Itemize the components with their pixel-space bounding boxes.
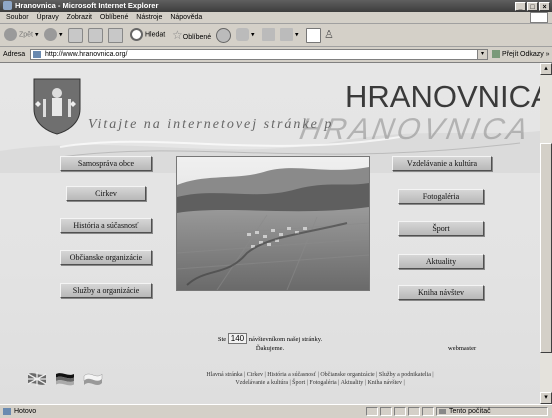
history-icon (216, 28, 231, 43)
search-button[interactable]: Hledat (130, 28, 165, 42)
refresh-icon (88, 28, 103, 43)
flag-polish-icon[interactable] (83, 373, 103, 385)
close-button[interactable]: × (539, 2, 550, 11)
history-button[interactable] (216, 28, 233, 43)
status-pane (422, 407, 434, 416)
go-arrow-icon (492, 50, 500, 59)
status-pane (408, 407, 420, 416)
computer-icon (439, 409, 446, 414)
vertical-scrollbar[interactable]: ▴ ▾ (540, 63, 552, 404)
page-icon (33, 51, 41, 58)
menu-view[interactable]: Zobrazit (67, 14, 92, 21)
nav-cirkev[interactable]: Cirkev (66, 186, 146, 201)
edit-icon (280, 28, 293, 41)
home-button[interactable] (108, 28, 125, 43)
print-icon (262, 28, 275, 41)
status-pane (394, 407, 406, 416)
welcome-text: Vitajte na internetovej stránke p (88, 117, 334, 132)
flag-english-icon[interactable] (28, 372, 47, 386)
discuss-button[interactable] (306, 28, 323, 43)
back-arrow-icon (4, 28, 17, 41)
footer-links: Hlavná stránka | Cirkev | História a súč… (120, 371, 520, 387)
language-flags (28, 372, 103, 386)
menu-file[interactable]: Soubor (6, 14, 29, 21)
status-page-icon (3, 408, 11, 415)
links-button[interactable]: Odkazy » (520, 47, 550, 62)
menu-help[interactable]: Nápověda (170, 14, 202, 21)
messenger-button[interactable]: ♙ (324, 28, 334, 42)
forward-arrow-icon (44, 28, 57, 41)
window-titlebar: Hranovnica - Microsoft Internet Explorer… (0, 0, 552, 12)
page-content: HRANOVNICA HRANOVNICA Vitajte na interne… (0, 63, 540, 404)
footer-links-line1[interactable]: Hlavná stránka | Cirkev | História a súč… (206, 372, 433, 378)
address-input[interactable]: http://www.hranovnica.org/ ▾ (30, 49, 488, 60)
menu-tools[interactable]: Nástroje (136, 14, 162, 21)
ie-icon (3, 1, 12, 10)
mail-button[interactable]: ▾ (236, 28, 255, 42)
search-icon (130, 28, 143, 41)
coat-of-arms-logo (33, 78, 81, 135)
status-pane (380, 407, 392, 416)
thanks-text: Ďakujeme. (255, 345, 285, 352)
star-icon: ☆ (172, 28, 183, 42)
refresh-button[interactable] (88, 28, 105, 43)
scroll-down-arrow-icon[interactable]: ▾ (540, 392, 552, 404)
site-brand-title: HRANOVNICA (345, 79, 540, 114)
nav-obcianske-organizacie[interactable]: Občianske organizácie (60, 250, 152, 265)
scroll-up-arrow-icon[interactable]: ▴ (540, 63, 552, 75)
visitors-prefix: Ste (217, 336, 227, 343)
toolbar: Zpět ▾ ▾ Hledat ☆Oblíbené ▾ ▾ ♙ (0, 24, 552, 47)
scrollbar-thumb[interactable] (540, 143, 552, 353)
nav-fotogaleria[interactable]: Fotogaléria (398, 189, 484, 204)
address-url: http://www.hranovnica.org/ (45, 51, 128, 58)
nav-sport[interactable]: Šport (398, 221, 484, 236)
nav-kniha-navstev[interactable]: Kniha návštev (398, 285, 484, 300)
status-pane (366, 407, 378, 416)
address-label: Adresa (3, 51, 26, 58)
edit-button[interactable]: ▾ (280, 28, 299, 42)
nav-historia-a-sucasnost[interactable]: História a súčasnosť (60, 218, 152, 233)
village-aerial-photo (176, 156, 370, 291)
home-icon (108, 28, 123, 43)
nav-aktuality[interactable]: Aktuality (398, 254, 484, 269)
windows-logo-icon (530, 12, 548, 23)
stop-icon (68, 28, 83, 43)
nav-vzdelavanie-a-kultura[interactable]: Vzdelávanie a kultúra (392, 156, 492, 171)
flag-german-icon[interactable] (56, 373, 74, 386)
nav-sluzby-a-organizacie[interactable]: Služby a organizácie (60, 283, 152, 298)
security-zone-pane: Tento počítač (436, 407, 548, 416)
visitor-counter: Ste 140 návštevníkom našej stránky. Ďaku… (160, 333, 380, 353)
footer-links-line2[interactable]: Vzdelávanie a kultúra | Šport | Fotogalé… (235, 380, 404, 386)
minimize-button[interactable]: _ (515, 2, 526, 11)
stop-button[interactable] (68, 28, 85, 43)
status-bar: Hotovo Tento počítač (0, 404, 552, 418)
messenger-icon: ♙ (324, 29, 334, 41)
address-bar: Adresa http://www.hranovnica.org/ ▾ Přej… (0, 47, 552, 63)
back-button[interactable]: Zpět ▾ (4, 28, 38, 42)
menu-bar: Soubor Úpravy Zobrazit Oblíbené Nástroje… (0, 12, 552, 24)
mail-icon (236, 28, 249, 41)
webmaster-link[interactable]: webmaster (448, 345, 476, 352)
print-button[interactable] (262, 28, 277, 42)
discuss-icon (306, 28, 321, 43)
maximize-button[interactable]: □ (527, 2, 538, 11)
security-zone-text: Tento počítač (449, 408, 491, 415)
favorites-button[interactable]: ☆Oblíbené (172, 28, 211, 42)
window-title: Hranovnica - Microsoft Internet Explorer (15, 1, 159, 10)
visitor-count: 140 (227, 333, 248, 344)
visitors-suffix: návštevníkom našej stránky. (248, 336, 323, 343)
forward-button[interactable]: ▾ (44, 28, 63, 42)
menu-favorites[interactable]: Oblíbené (100, 14, 128, 21)
go-button[interactable]: Přejít (492, 47, 518, 62)
address-dropdown-icon[interactable]: ▾ (477, 50, 487, 59)
nav-samosprava-obce[interactable]: Samospráva obce (60, 156, 152, 171)
menu-edit[interactable]: Úpravy (37, 14, 59, 21)
status-text: Hotovo (14, 408, 37, 415)
